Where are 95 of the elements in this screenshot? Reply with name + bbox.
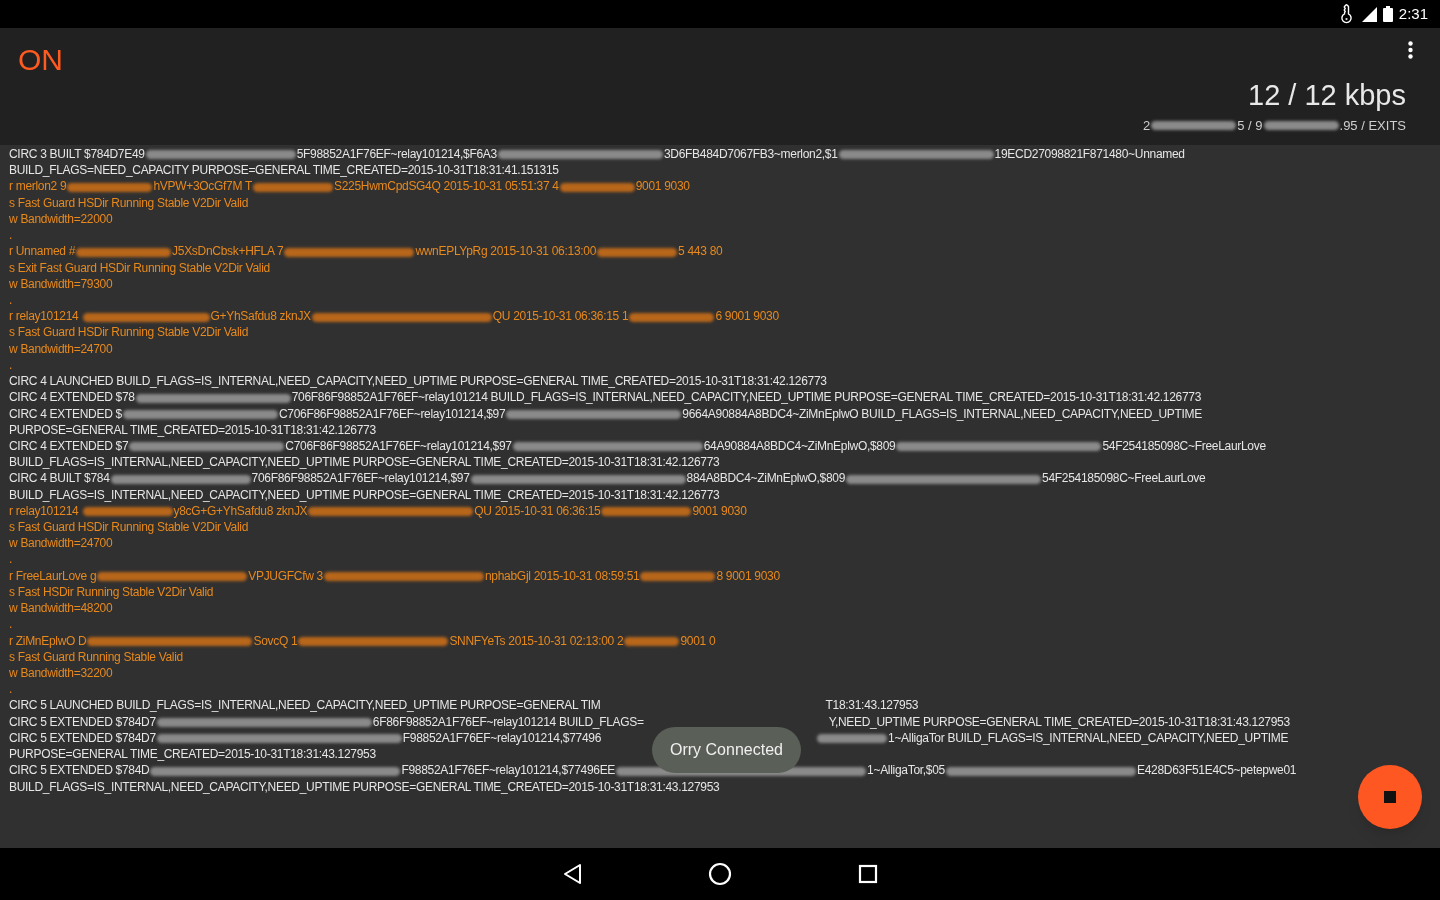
log-text: CIRC 4 EXTENDED $ [9, 406, 122, 421]
log-text: QU 2015-10-31 06:36:15 1 [492, 309, 629, 324]
log-text: w Bandwidth=32200 [9, 666, 113, 680]
log-text: 8 9001 9030 [716, 568, 780, 583]
log-text: wwnEPLYpRg 2015-10-31 06:13:00 [415, 244, 597, 259]
log-text: SNNFYeTs 2015-10-31 02:13:00 2 [449, 633, 624, 648]
log-text: BUILD_FLAGS=IS_INTERNAL,NEED_CAPACITY,NEED_UPTIME PURPOSE=GENERAL TIME_CREATED=2015-10-31T18:31:43.127953 [9, 779, 720, 794]
log-text: CIRC 5 EXTENDED $784D7 [9, 714, 156, 729]
log-text: 9001 9030 [635, 179, 690, 194]
log-text: r relay101214 [9, 503, 80, 518]
log-text: . [9, 292, 13, 307]
log-text: BUILD_FLAGS=IS_INTERNAL,NEED_CAPACITY,NEED_UPTIME PURPOSE=GENERAL TIME_CREATED=2015-10-31T18:31:42.126773 [9, 487, 720, 502]
log-text: s Fast Guard HSDir Running Stable V2Dir Valid [9, 520, 249, 535]
log-text: 9001 0 [680, 633, 716, 648]
log-text: C706F86F98852A1F76EF~relay101214,$97 [278, 406, 506, 421]
log-text: 5F98852A1F76EF~relay101214,$F6A3 [296, 147, 497, 161]
log-text: . [9, 357, 13, 372]
log-text: CIRC 5 LAUNCHED BUILD_FLAGS=IS_INTERNAL,NEED_CAPACITY,NEED_UPTIME PURPOSE=GENERAL TIM [9, 698, 601, 713]
toast: Orry Connected [652, 727, 801, 773]
log-text: r relay101214 [9, 309, 80, 324]
log-text: 9001 9030 [692, 503, 747, 518]
log-text: 706F86F98852A1F76EF~relay101214,$97 [251, 471, 470, 486]
log-text: PURPOSE=GENERAL TIME_CREATED=2015-10-31T18:31:42.126773 [9, 422, 376, 437]
log-text: r Unnamed # [9, 244, 76, 259]
log-text: r ZiMnEplwO D [9, 633, 87, 648]
log-text: CIRC 3 BUILT $784D7E49 [9, 147, 145, 161]
log-text: J5XsDnCbsk+HFLA 7 [172, 244, 284, 259]
log-text: Y,NEED_UPTIME PURPOSE=GENERAL TIME_CREATED=2015-10-31T18:31:43.127953 [828, 714, 1290, 729]
log-text: hVPW+3OcGf7M T [153, 179, 252, 194]
home-icon [708, 862, 732, 886]
signal-icon [1360, 6, 1377, 22]
log-text: F98852A1F76EF~relay101214,$77496 [402, 730, 602, 745]
stop-icon [1384, 791, 1396, 803]
log-text: VPJUGFCfw 3 [248, 568, 323, 583]
bandwidth-rate: 12 / 12 kbps [1248, 78, 1406, 112]
log-text: y8cG+G+YhSafdu8 zknJX [173, 503, 308, 518]
log-text: 1~AlligaTor,$05 [867, 763, 945, 778]
home-button[interactable] [706, 860, 734, 888]
log-text: CIRC 4 EXTENDED $7 [9, 438, 129, 453]
log-text: S225HwmCpdSG4Q 2015-10-31 05:51:37 4 [334, 179, 559, 194]
log-text: 6 9001 9030 [715, 309, 779, 324]
log-text: s Fast HSDir Running Stable V2Dir Valid [9, 584, 214, 599]
log-text: . [9, 682, 13, 697]
log-text: 3D6FB484D7067FB3~merlon2,$1 [663, 147, 838, 161]
log-text: G+YhSafdu8 zknJX [210, 309, 311, 324]
log-text: s Exit Fast Guard HSDir Running Stable V2Dir Valid [9, 260, 270, 275]
log-text: CIRC 4 BUILT $784 [9, 471, 110, 486]
log-text: . [9, 617, 13, 632]
log-text: E428D63F51E4C5~petepwe01 [1136, 763, 1297, 778]
log-text: C706F86F98852A1F76EF~relay101214,$97 [285, 438, 512, 453]
redaction-blur [624, 636, 680, 646]
redaction-blur [817, 734, 888, 744]
log-text: BUILD_FLAGS=NEED_CAPACITY PURPOSE=GENERAL TIME_CREATED=2015-10-31T18:31:41.151315 [9, 163, 559, 178]
log-text: . [9, 228, 13, 243]
log-text: w Bandwidth=48200 [9, 601, 113, 616]
back-icon [562, 863, 582, 885]
log-text: 5 443 80 [678, 244, 723, 259]
log-text: 6F86F98852A1F76EF~relay101214 BUILD_FLAGS= [372, 714, 644, 729]
log-text: CIRC 4 LAUNCHED BUILD_FLAGS=IS_INTERNAL,NEED_CAPACITY,NEED_UPTIME PURPOSE=GENERAL TIME_CREATED=2015-10-31T18:31:42.126773 [9, 374, 827, 389]
log-text: w Bandwidth=24700 [9, 341, 113, 356]
battery-icon [1382, 6, 1393, 22]
log-text: CIRC 4 EXTENDED $78 [9, 390, 135, 405]
log-text: BUILD_FLAGS=IS_INTERNAL,NEED_CAPACITY,NEED_UPTIME PURPOSE=GENERAL TIME_CREATED=2015-10-31T18:31:42.126773 [9, 455, 720, 470]
log-text: QU 2015-10-31 06:36:15 [474, 503, 601, 518]
log-text: r merlon2 9 [9, 179, 67, 194]
log-text: 19ECD27098821F871480~Unnamed [994, 147, 1185, 161]
log-text: . [9, 552, 13, 567]
log-text: 1~AlligaTor BUILD_FLAGS=IS_INTERNAL,NEED_CAPACITY,NEED_UPTIME [888, 730, 1289, 745]
log-text: F98852A1F76EF~relay101214,$77496EE [401, 763, 616, 778]
log-text: CIRC 5 EXTENDED $784D [9, 763, 150, 778]
recents-icon [858, 864, 878, 884]
log-text: 2 [1143, 117, 1151, 135]
log-text: 54F254185098C~FreeLaurLove [1102, 438, 1266, 453]
log-text: s Fast Guard HSDir Running Stable V2Dir Valid [9, 195, 249, 210]
log-text: CIRC 5 EXTENDED $784D7 [9, 730, 156, 745]
log-text: nphabGjl 2015-10-31 08:59:51 [485, 568, 640, 583]
log-text: 64A90884A8BDC4~ZiMnEplwO,$809 [703, 438, 896, 453]
clock: 2:31 [1398, 3, 1428, 24]
log-text: s Fast Guard Running Stable Valid [9, 649, 183, 664]
log-text: w Bandwidth=79300 [9, 276, 113, 291]
log-text: 706F86F98852A1F76EF~relay101214 BUILD_FLAGS=IS_INTERNAL,NEED_CAPACITY,NEED_UPTIME PURPOSE=GENERAL TIME_CREATED=2015-10-31T18:31:42.126773 [291, 390, 1202, 405]
log-text: T18:31:43.127953 [825, 698, 919, 713]
log-text: w Bandwidth=24700 [9, 536, 113, 551]
log-text: .95 / EXITS [1339, 117, 1406, 135]
log-text: s Fast Guard HSDir Running Stable V2Dir Valid [9, 325, 249, 340]
menu-icon [1407, 41, 1413, 59]
log-text: r FreeLaurLove g [9, 568, 97, 583]
log-text: 5 / 9 [1237, 117, 1263, 135]
log-text: 9664A90884A8BDC4~ZiMnEplwO BUILD_FLAGS=IS_INTERNAL,NEED_CAPACITY,NEED_UPTIME [682, 406, 1202, 421]
log-text: w Bandwidth=22000 [9, 211, 113, 226]
log-text: 884A8BDC4~ZiMnEplwO,$809 [686, 471, 846, 486]
log-text: PURPOSE=GENERAL TIME_CREATED=2015-10-31T18:31:43.127953 [9, 747, 376, 762]
log-text: SovcQ 1 [253, 633, 298, 648]
log-text: 54F254185098C~FreeLaurLove [1042, 471, 1206, 486]
tor-status-label: ON [18, 42, 63, 78]
